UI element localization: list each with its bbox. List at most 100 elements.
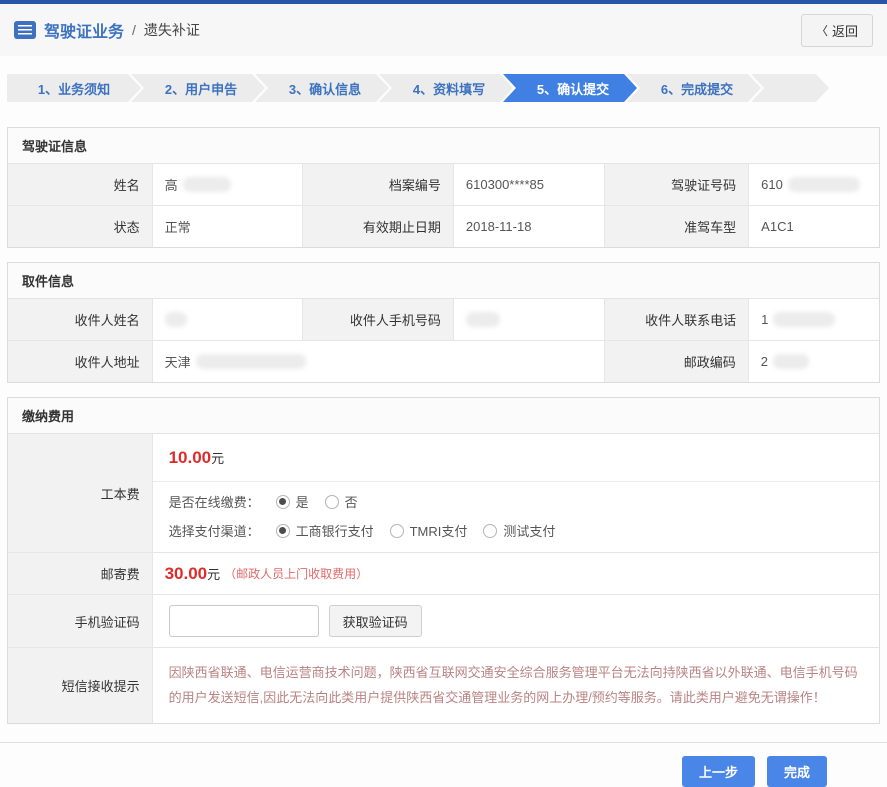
status-label: 状态 (8, 206, 153, 247)
redaction-blur (788, 177, 860, 192)
previous-step-button[interactable]: 上一步 (682, 756, 755, 787)
pickup-info-section: 取件信息 收件人姓名 收件人手机号码 收件人联系电话 1 收件人地址 天津 邮政… (7, 262, 880, 383)
recipient-address-label: 收件人地址 (8, 341, 153, 382)
name-label: 姓名 (8, 164, 153, 205)
page-title: 驾驶证业务 (44, 18, 124, 42)
status-value: 正常 (153, 206, 304, 247)
recipient-name-label: 收件人姓名 (8, 299, 153, 340)
name-value: 高 (153, 164, 304, 205)
valid-until-label: 有效期止日期 (303, 206, 454, 247)
mail-fee-row: 邮寄费 30.00元（邮政人员上门收取费用） (8, 552, 879, 594)
step-label: 1、业务须知 (38, 79, 110, 98)
mail-fee-content: 30.00元（邮政人员上门收取费用） (153, 553, 879, 594)
payment-section: 缴纳费用 工本费 10.00元 是否在线缴费： 是 否 (7, 397, 880, 724)
step-label: 2、用户申告 (165, 79, 237, 98)
step-filler-segment (751, 74, 829, 102)
mail-fee-label: 邮寄费 (8, 553, 153, 594)
online-payment-question: 是否在线缴费： (169, 492, 260, 511)
redaction-blur (196, 354, 306, 369)
mail-fee-note: （邮政人员上门收取费用） (224, 565, 368, 582)
radio-channel-tmri[interactable]: TMRI支付 (390, 521, 468, 540)
license-section-title: 驾驶证信息 (8, 128, 879, 164)
sms-code-content: 获取验证码 (153, 595, 879, 647)
radio-online-no[interactable]: 否 (325, 492, 358, 511)
file-number-value: 610300****85 (454, 164, 606, 205)
finish-button[interactable]: 完成 (767, 756, 827, 787)
table-row: 姓名 高 档案编号 610300****85 驾驶证号码 610 (8, 164, 879, 205)
step-label: 5、确认提交 (537, 79, 609, 98)
sms-notice-text: 因陕西省联通、电信运营商技术问题，陕西省互联网交通安全综合服务管理平台无法向持陕… (153, 648, 879, 723)
postcode-label: 邮政编码 (605, 341, 749, 382)
production-fee-row: 工本费 10.00元 是否在线缴费： 是 否 选择 (8, 434, 879, 552)
radio-label: TMRI支付 (410, 521, 468, 540)
radio-selected-icon[interactable] (276, 524, 290, 538)
step-6-complete[interactable]: 6、完成提交 (627, 74, 761, 102)
redaction-blur (773, 354, 809, 369)
recipient-address-value: 天津 (153, 341, 605, 382)
vehicle-class-label: 准驾车型 (605, 206, 749, 247)
production-fee-unit: 元 (211, 451, 224, 466)
radio-channel-test[interactable]: 测试支付 (483, 521, 555, 540)
sms-code-row: 手机验证码 获取验证码 (8, 594, 879, 647)
recipient-phone-label: 收件人联系电话 (605, 299, 749, 340)
radio-label: 工商银行支付 (296, 521, 374, 540)
production-fee-amount-line: 10.00元 (153, 434, 879, 482)
radio-label: 测试支付 (503, 521, 555, 540)
table-row: 状态 正常 有效期止日期 2018-11-18 准驾车型 A1C1 (8, 205, 879, 247)
recipient-name-value (153, 299, 304, 340)
radio-online-yes[interactable]: 是 (276, 492, 309, 511)
production-fee-content: 10.00元 是否在线缴费： 是 否 选择支付渠道： (153, 434, 879, 552)
table-row: 收件人姓名 收件人手机号码 收件人联系电话 1 (8, 299, 879, 340)
table-row: 收件人地址 天津 邮政编码 2 (8, 340, 879, 382)
production-fee-amount: 10.00 (169, 448, 212, 467)
step-1-notice[interactable]: 1、业务须知 (7, 74, 141, 102)
step-3-confirm-info[interactable]: 3、确认信息 (255, 74, 389, 102)
radio-label: 否 (345, 492, 358, 511)
file-number-label: 档案编号 (303, 164, 454, 205)
back-button-label: 返回 (832, 21, 858, 40)
breadcrumb-separator: / (132, 22, 136, 38)
radio-unselected-icon[interactable] (483, 524, 497, 538)
license-number-value: 610 (749, 164, 879, 205)
redaction-blur (183, 177, 231, 192)
mail-fee-amount: 30.00 (165, 564, 208, 584)
radio-label: 是 (296, 492, 309, 511)
radio-unselected-icon[interactable] (325, 495, 339, 509)
chevron-left-icon: 〈 (816, 22, 828, 39)
payment-channel-question-row: 选择支付渠道： 工商银行支付 TMRI支付 测试支付 (169, 521, 863, 540)
breadcrumb-current: 遗失补证 (144, 20, 200, 40)
recipient-mobile-value (454, 299, 606, 340)
redaction-blur (165, 312, 187, 327)
license-business-icon (14, 21, 36, 39)
radio-unselected-icon[interactable] (390, 524, 404, 538)
license-number-label: 驾驶证号码 (605, 164, 749, 205)
sms-notice-label: 短信接收提示 (8, 648, 153, 723)
valid-until-value: 2018-11-18 (454, 206, 606, 247)
pickup-section-title: 取件信息 (8, 263, 879, 299)
postcode-value: 2 (749, 341, 879, 382)
sms-code-label: 手机验证码 (8, 595, 153, 647)
mail-fee-unit: 元 (207, 564, 220, 583)
payment-section-title: 缴纳费用 (8, 398, 879, 434)
get-code-button[interactable]: 获取验证码 (329, 605, 422, 637)
step-2-declaration[interactable]: 2、用户申告 (131, 74, 265, 102)
page-header: 驾驶证业务 / 遗失补证 〈 返回 (0, 4, 887, 56)
radio-selected-icon[interactable] (276, 495, 290, 509)
step-4-fill-data[interactable]: 4、资料填写 (379, 74, 513, 102)
footer-actions: 上一步 完成 (0, 742, 887, 787)
payment-channel-question: 选择支付渠道： (169, 521, 260, 540)
step-5-confirm-submit[interactable]: 5、确认提交 (503, 74, 637, 102)
recipient-mobile-label: 收件人手机号码 (303, 299, 454, 340)
redaction-blur (466, 312, 500, 327)
production-fee-label: 工本费 (8, 434, 153, 552)
sms-notice-row: 短信接收提示 因陕西省联通、电信运营商技术问题，陕西省互联网交通安全综合服务管理… (8, 647, 879, 723)
recipient-phone-value: 1 (749, 299, 879, 340)
redaction-blur (773, 312, 835, 327)
vehicle-class-value: A1C1 (749, 206, 879, 247)
sms-code-input[interactable] (169, 605, 319, 637)
step-label: 4、资料填写 (413, 79, 485, 98)
radio-channel-icbc[interactable]: 工商银行支付 (276, 521, 374, 540)
step-label: 6、完成提交 (661, 79, 733, 98)
back-button[interactable]: 〈 返回 (801, 14, 873, 47)
step-label: 3、确认信息 (289, 79, 361, 98)
